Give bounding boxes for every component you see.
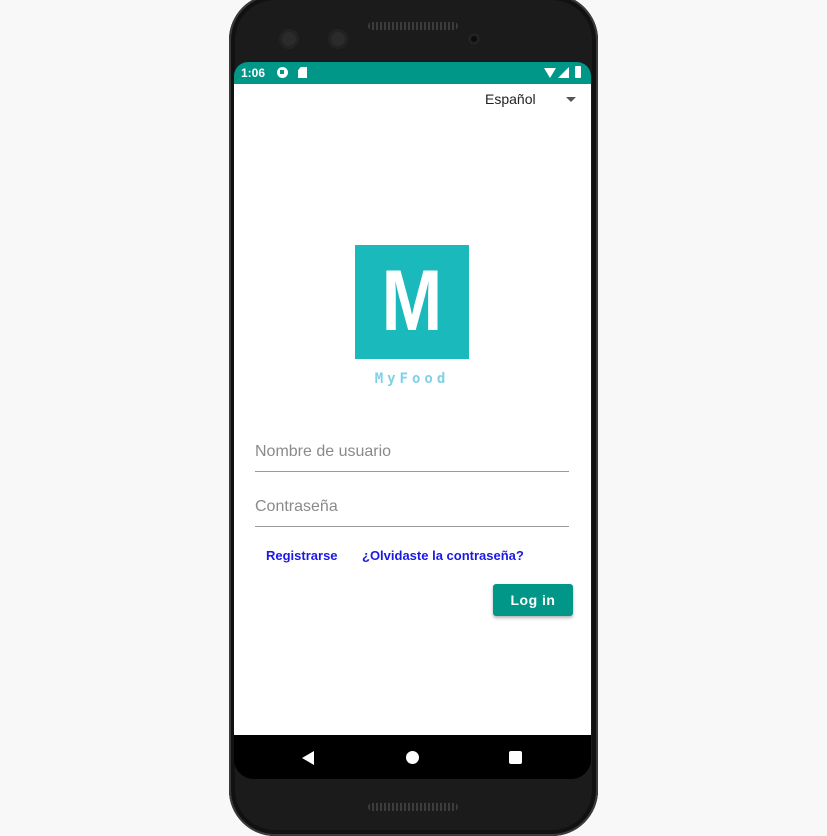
forgot-password-link[interactable]: ¿Olvidaste la contraseña? [362, 548, 524, 563]
username-input[interactable] [255, 435, 569, 469]
register-link[interactable]: Registrarse [266, 548, 338, 563]
home-icon[interactable] [406, 751, 419, 764]
login-button[interactable]: Log in [493, 584, 573, 616]
bottom-speaker [368, 803, 458, 811]
proximity-sensor [468, 33, 480, 45]
login-screen: Español M MyFood Registrarse ¿Olvidaste … [234, 84, 591, 735]
password-input[interactable] [255, 490, 569, 524]
notification-app-icon [277, 67, 288, 78]
status-time: 1:06 [241, 66, 266, 80]
sd-card-icon [298, 67, 307, 78]
front-camera [328, 29, 348, 49]
wifi-icon [544, 68, 556, 78]
password-field-container [255, 490, 569, 527]
language-dropdown[interactable]: Español [480, 87, 580, 109]
back-icon[interactable] [302, 751, 314, 765]
app-logo: M [355, 245, 469, 359]
username-field-container [255, 435, 569, 472]
phone-screen: 1:06 Español M MyFood Registrarse ¿Olvid… [234, 62, 591, 779]
navigation-bar [234, 735, 591, 779]
battery-icon [575, 66, 581, 78]
front-sensor [279, 29, 299, 49]
app-name: MyFood [374, 371, 450, 387]
chevron-down-icon [566, 97, 576, 102]
recents-icon[interactable] [509, 751, 522, 764]
language-selected: Español [485, 91, 536, 107]
status-bar: 1:06 [234, 62, 591, 84]
earpiece-speaker [368, 22, 458, 30]
logo-letter: M [381, 253, 443, 349]
signal-icon [558, 67, 569, 78]
